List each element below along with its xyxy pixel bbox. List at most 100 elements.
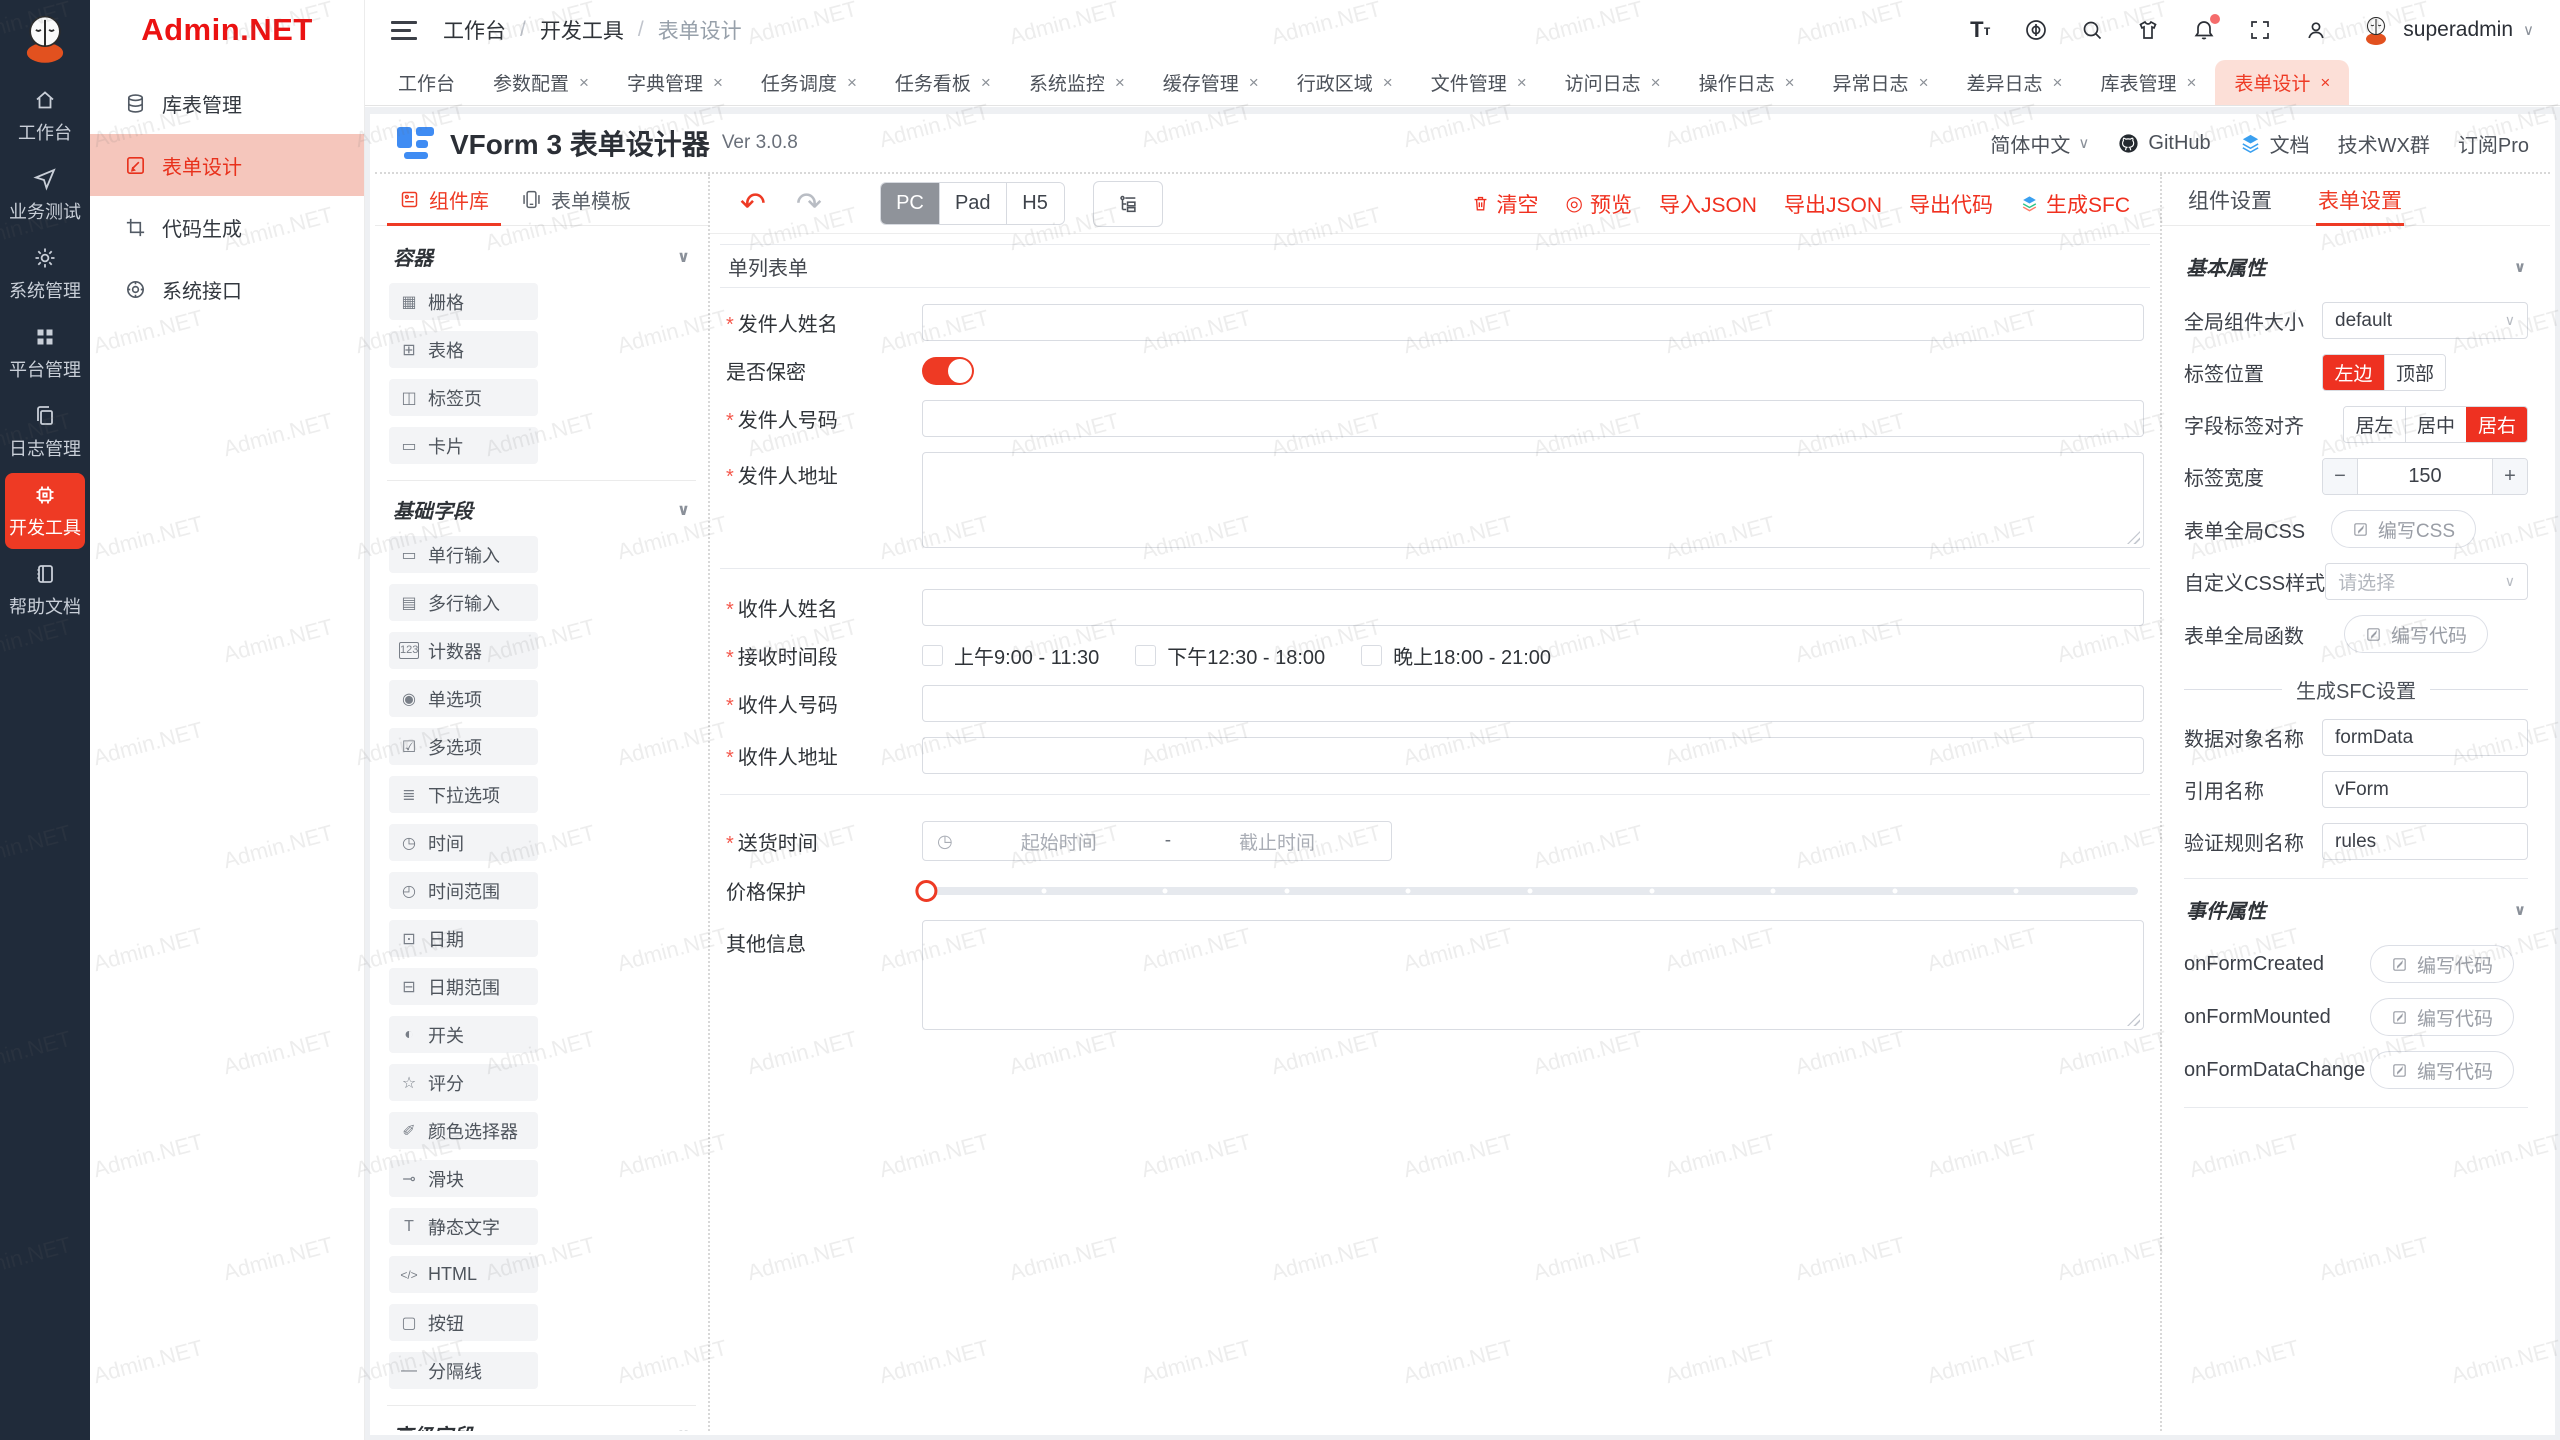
field-recipient-address[interactable]: *收件人地址 (722, 737, 2148, 774)
field-sender-name[interactable]: *发件人姓名 (722, 304, 2148, 341)
label-width-value[interactable]: 150 (2357, 459, 2493, 494)
component-date-range[interactable]: ⊟日期范围 (389, 968, 538, 1005)
recipient-name-input[interactable] (922, 589, 2144, 626)
device-pad-button[interactable]: Pad (939, 183, 1006, 224)
tab-form-settings[interactable]: 表单设置 (2318, 174, 2402, 225)
component-grid[interactable]: ▦栅格 (389, 283, 538, 320)
breadcrumb-item[interactable]: 工作台 (443, 15, 506, 45)
close-icon[interactable]: × (1115, 73, 1125, 93)
export-json-button[interactable]: 导出JSON (1784, 189, 1882, 219)
field-price-protection[interactable]: 价格保护 (722, 876, 2148, 905)
field-other-info[interactable]: 其他信息 (722, 920, 2148, 1030)
breadcrumb-item[interactable]: 开发工具 (540, 15, 624, 45)
field-sender-phone[interactable]: *发件人号码 (722, 400, 2148, 437)
export-code-button[interactable]: 导出代码 (1909, 189, 1993, 219)
language-icon[interactable] (2023, 17, 2049, 43)
secret-toggle[interactable] (922, 357, 974, 385)
docs-link[interactable]: 文档 (2239, 129, 2310, 158)
close-icon[interactable]: × (1383, 73, 1393, 93)
tab-error-log[interactable]: 异常日志× (1814, 60, 1948, 105)
redo-icon[interactable]: ↷ (796, 188, 822, 219)
field-receive-period[interactable]: *接收时间段 上午9:00 - 11:30 下午12:30 - 18:00 晚上… (722, 641, 2148, 670)
sidebar-item-system-api[interactable]: 系统接口 (90, 258, 364, 320)
label-position-left-button[interactable]: 左边 (2323, 355, 2384, 390)
component-radio[interactable]: ◉单选项 (389, 680, 538, 717)
component-switch[interactable]: ◐开关 (389, 1016, 538, 1053)
resize-handle[interactable] (2127, 1013, 2140, 1026)
form-canvas[interactable]: 单列表单 *发件人姓名 是否保密 *发件人号码 (710, 234, 2160, 1431)
component-divider[interactable]: —分隔线 (389, 1352, 538, 1389)
tab-workbench[interactable]: 工作台 (379, 60, 474, 105)
component-tabs[interactable]: ◫标签页 (389, 379, 538, 416)
sidebar-item-form-design[interactable]: 表单设计 (90, 134, 364, 196)
field-delivery-time[interactable]: *送货时间 ◷ 起始时间 - 截止时间 (722, 821, 2148, 861)
component-color-picker[interactable]: ✐颜色选择器 (389, 1112, 538, 1149)
decrease-button[interactable]: − (2323, 459, 2357, 494)
component-textarea[interactable]: ▤多行输入 (389, 584, 538, 621)
generate-sfc-button[interactable]: 生成SFC (2020, 189, 2130, 219)
rail-item-dev-tools[interactable]: 开发工具 (5, 473, 85, 549)
edit-code-button[interactable]: 编写代码 (2344, 615, 2488, 653)
recipient-phone-input[interactable] (922, 685, 2144, 722)
recipient-address-input[interactable] (922, 737, 2144, 774)
edit-css-button[interactable]: 编写CSS (2331, 510, 2476, 548)
collapse-menu-icon[interactable] (391, 16, 417, 45)
subscribe-pro-link[interactable]: 订阅Pro (2458, 129, 2529, 158)
component-static-text[interactable]: T静态文字 (389, 1208, 538, 1245)
tab-file-mgmt[interactable]: 文件管理× (1412, 60, 1546, 105)
edit-code-button[interactable]: 编写代码 (2370, 945, 2514, 983)
component-time-range[interactable]: ◴时间范围 (389, 872, 538, 909)
user-icon[interactable] (2303, 17, 2329, 43)
component-select[interactable]: ≣下拉选项 (389, 776, 538, 813)
component-date[interactable]: ⊡日期 (389, 920, 538, 957)
component-number[interactable]: 123计数器 (389, 632, 538, 669)
component-checkbox[interactable]: ☑多选项 (389, 728, 538, 765)
other-info-textarea[interactable] (922, 920, 2144, 1030)
rules-name-input[interactable]: rules (2322, 823, 2528, 860)
checkbox-evening[interactable]: 晚上18:00 - 21:00 (1361, 641, 1551, 670)
rail-item-help-docs[interactable]: 帮助文档 (5, 552, 85, 628)
component-time[interactable]: ◷时间 (389, 824, 538, 861)
checkbox-afternoon[interactable]: 下午12:30 - 18:00 (1135, 641, 1325, 670)
field-recipient-name[interactable]: *收件人姓名 (722, 589, 2148, 626)
slider-handle[interactable] (915, 880, 937, 902)
close-icon[interactable]: × (1249, 73, 1259, 93)
close-icon[interactable]: × (981, 73, 991, 93)
component-card[interactable]: ▭卡片 (389, 427, 538, 464)
font-size-icon[interactable]: Tт (1967, 17, 1993, 43)
user-menu[interactable]: superadmin ∨ (2359, 13, 2534, 47)
close-icon[interactable]: × (579, 73, 589, 93)
data-object-name-input[interactable]: formData (2322, 719, 2528, 756)
field-recipient-phone[interactable]: *收件人号码 (722, 685, 2148, 722)
close-icon[interactable]: × (1651, 73, 1661, 93)
checkbox-morning[interactable]: 上午9:00 - 11:30 (922, 641, 1099, 670)
label-align-left-button[interactable]: 居左 (2344, 407, 2405, 442)
section-basic-fields[interactable]: 基础字段∨ (387, 481, 696, 534)
sender-address-textarea[interactable] (922, 452, 2144, 548)
rail-item-workbench[interactable]: 工作台 (5, 78, 85, 154)
component-slider[interactable]: ⊸滑块 (389, 1160, 538, 1197)
app-logo-icon[interactable] (17, 10, 73, 66)
global-size-select[interactable]: default∨ (2322, 302, 2528, 339)
ref-name-input[interactable]: vForm (2322, 771, 2528, 808)
tab-system-monitor[interactable]: 系统监控× (1010, 60, 1144, 105)
field-sender-address[interactable]: *发件人地址 (722, 452, 2148, 548)
close-icon[interactable]: × (2053, 73, 2063, 93)
undo-icon[interactable]: ↶ (740, 188, 766, 219)
label-position-top-button[interactable]: 顶部 (2384, 355, 2445, 390)
rail-item-system-mgmt[interactable]: 系统管理 (5, 236, 85, 312)
preview-button[interactable]: ◎ 预览 (1566, 189, 1632, 219)
github-link[interactable]: GitHub (2117, 132, 2210, 155)
sender-name-input[interactable] (922, 304, 2144, 341)
increase-button[interactable]: + (2493, 459, 2527, 494)
wx-group-link[interactable]: 技术WX群 (2338, 129, 2430, 158)
close-icon[interactable]: × (2186, 73, 2196, 93)
close-icon[interactable]: × (2320, 73, 2330, 93)
edit-code-button[interactable]: 编写代码 (2370, 1051, 2514, 1089)
tab-admin-region[interactable]: 行政区域× (1278, 60, 1412, 105)
rail-item-platform-mgmt[interactable]: 平台管理 (5, 315, 85, 391)
tab-cache-mgmt[interactable]: 缓存管理× (1144, 60, 1278, 105)
label-align-center-button[interactable]: 居中 (2405, 407, 2466, 442)
tab-form-design[interactable]: 表单设计× (2215, 60, 2349, 105)
fullscreen-icon[interactable] (2247, 17, 2273, 43)
